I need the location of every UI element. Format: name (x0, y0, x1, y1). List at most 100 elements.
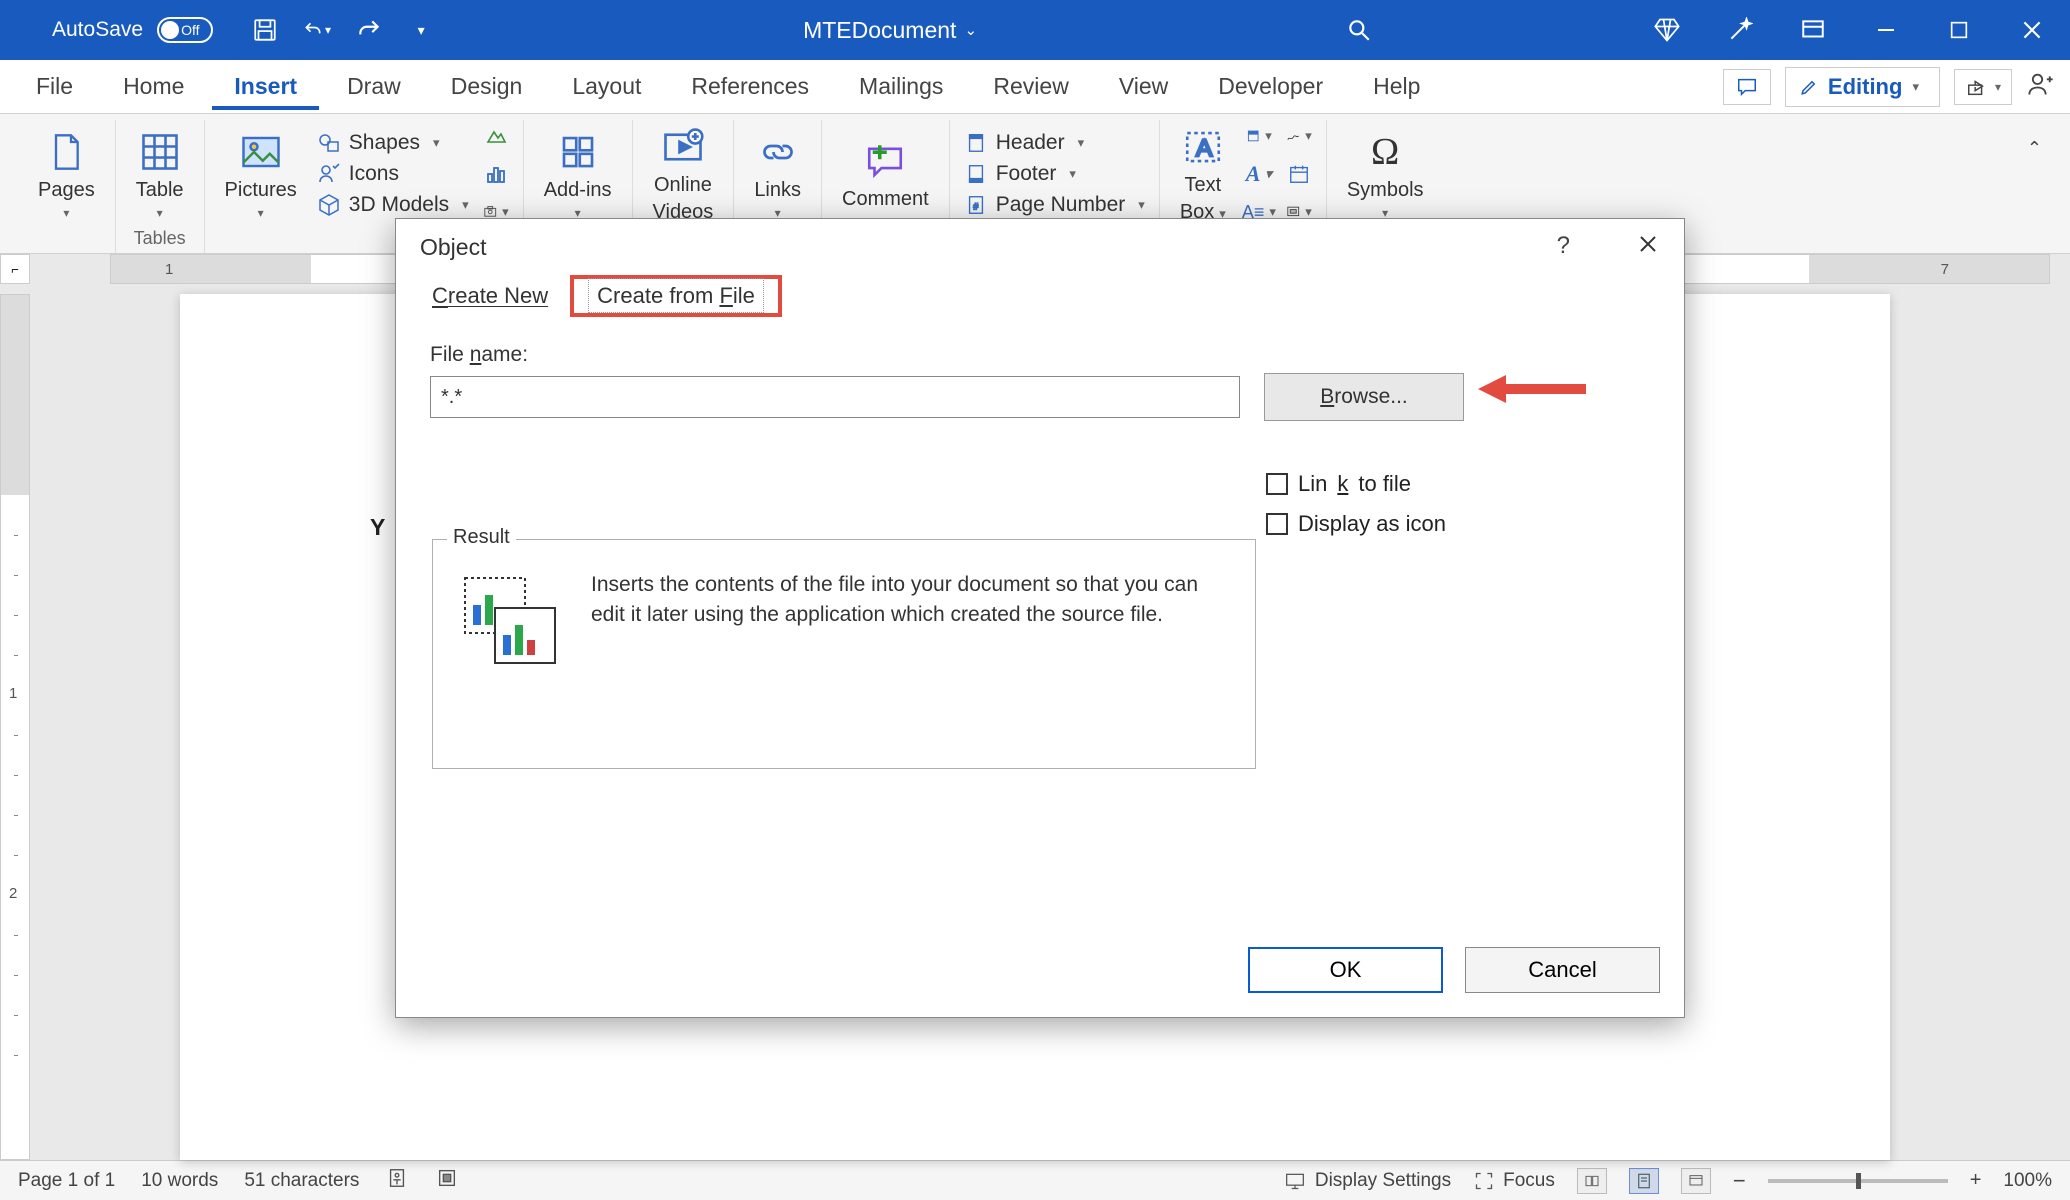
comment-button[interactable]: Comment (836, 134, 935, 215)
autosave-toggle[interactable]: Off (157, 17, 213, 43)
quick-parts-icon[interactable] (1246, 123, 1272, 149)
page-number-button[interactable]: #Page Number (964, 193, 1145, 217)
read-mode-icon[interactable] (1577, 1168, 1607, 1194)
addins-label: Add-ins (544, 179, 612, 202)
icons-button[interactable]: Icons (317, 162, 469, 186)
zoom-in-button[interactable]: + (1970, 1169, 1982, 1192)
cancel-button[interactable]: Cancel (1465, 947, 1660, 993)
tab-references[interactable]: References (669, 63, 831, 110)
links-button[interactable]: Links ▾ (748, 125, 807, 224)
save-icon[interactable] (251, 16, 279, 44)
dialog-help-button[interactable]: ? (1557, 232, 1570, 263)
tab-create-new[interactable]: Create New (426, 275, 554, 317)
web-layout-icon[interactable] (1681, 1168, 1711, 1194)
macro-icon[interactable] (435, 1167, 459, 1195)
comment-label: Comment (842, 188, 929, 211)
status-words[interactable]: 10 words (141, 1170, 218, 1192)
table-button[interactable]: Table ▾ (130, 125, 190, 224)
shapes-icon (317, 131, 341, 155)
tab-view[interactable]: View (1097, 63, 1190, 110)
autosave-label: AutoSave (52, 18, 143, 42)
dialog-buttons: OK Cancel (1248, 947, 1660, 993)
diamond-icon[interactable] (1653, 16, 1681, 44)
chart-icon[interactable] (483, 161, 509, 187)
qat-dropdown-icon[interactable]: ▾ (407, 16, 435, 44)
ruler-vertical[interactable]: 1 2 (0, 294, 30, 1160)
date-time-icon[interactable] (1286, 161, 1312, 187)
undo-icon[interactable]: ▾ (303, 16, 331, 44)
tab-draw[interactable]: Draw (325, 63, 423, 110)
symbols-button[interactable]: Ω Symbols ▾ (1341, 125, 1430, 224)
object-dialog: Object ? Create New Create from File Fil… (395, 218, 1685, 1018)
zoom-slider[interactable] (1768, 1179, 1948, 1183)
browse-button[interactable]: Browse... (1264, 373, 1464, 421)
3d-models-button[interactable]: 3D Models (317, 193, 469, 217)
footer-button[interactable]: Footer (964, 162, 1145, 186)
models-label: 3D Models (349, 193, 449, 217)
maximize-icon[interactable] (1945, 16, 1973, 44)
status-page[interactable]: Page 1 of 1 (18, 1170, 115, 1192)
header-button[interactable]: Header (964, 131, 1145, 155)
addins-button[interactable]: Add-ins ▾ (538, 125, 618, 224)
tab-insert[interactable]: Insert (212, 63, 319, 110)
pictures-button[interactable]: Pictures ▾ (219, 125, 303, 224)
signature-icon[interactable] (1286, 123, 1312, 149)
page-icon (43, 129, 89, 175)
qat: ▾ ▾ (251, 16, 435, 44)
account-icon[interactable] (2026, 70, 2056, 104)
collapse-ribbon-icon[interactable]: ⌃ (2017, 120, 2052, 253)
display-settings-button[interactable]: Display Settings (1283, 1170, 1451, 1192)
accessibility-icon[interactable] (385, 1167, 409, 1195)
redo-icon[interactable] (355, 16, 383, 44)
dialog-close-icon[interactable] (1636, 232, 1660, 263)
dialog-checks: Link to file Display as icon (1266, 471, 1446, 537)
group-pages: Pages ▾ (18, 120, 116, 253)
tab-layout[interactable]: Layout (550, 63, 663, 110)
online-videos-button[interactable]: Online Videos (647, 120, 720, 228)
editing-mode-button[interactable]: Editing ▾ (1785, 67, 1940, 107)
tab-mailings[interactable]: Mailings (837, 63, 965, 110)
tab-review[interactable]: Review (971, 63, 1090, 110)
pages-button[interactable]: Pages ▾ (32, 125, 101, 224)
tab-developer[interactable]: Developer (1196, 63, 1345, 110)
dialog-title: Object (420, 234, 486, 261)
minimize-icon[interactable] (1872, 16, 1900, 44)
link-to-file-checkbox[interactable] (1266, 473, 1288, 495)
zoom-value[interactable]: 100% (2003, 1170, 2052, 1192)
tab-create-from-file[interactable]: Create from File (570, 275, 782, 317)
comments-button[interactable] (1723, 69, 1771, 105)
display-as-icon-checkbox[interactable] (1266, 513, 1288, 535)
link-to-file-row[interactable]: Link to file (1266, 471, 1446, 497)
search-icon[interactable] (1345, 16, 1373, 44)
close-icon[interactable] (2018, 16, 2046, 44)
status-chars[interactable]: 51 characters (244, 1170, 359, 1192)
table-label: Table (136, 179, 184, 202)
ribbon-display-icon[interactable] (1799, 16, 1827, 44)
file-name-input[interactable] (430, 376, 1240, 418)
wordart-icon[interactable]: A (1246, 161, 1272, 187)
tab-help[interactable]: Help (1351, 63, 1442, 110)
text-mini-2 (1286, 123, 1312, 225)
tab-file[interactable]: File (14, 63, 95, 110)
share-button[interactable]: ▾ (1954, 69, 2012, 105)
zoom-out-button[interactable]: − (1733, 1168, 1746, 1194)
text-box-icon: A (1180, 124, 1226, 170)
tab-design[interactable]: Design (429, 63, 545, 110)
smartart-icon[interactable] (483, 123, 509, 149)
ruler-corner[interactable]: ⌐ (0, 254, 30, 284)
doc-title[interactable]: MTEDocument ⌄ (435, 17, 1345, 44)
display-as-icon-row[interactable]: Display as icon (1266, 511, 1446, 537)
autosave-knob (161, 21, 179, 39)
print-layout-icon[interactable] (1629, 1168, 1659, 1194)
wand-icon[interactable] (1726, 16, 1754, 44)
annotation-arrow (1476, 369, 1586, 415)
group-tables: Table ▾ Tables (116, 120, 205, 253)
shapes-button[interactable]: Shapes (317, 131, 469, 155)
text-box-button[interactable]: A Text Box (1174, 120, 1232, 228)
ok-button[interactable]: OK (1248, 947, 1443, 993)
focus-button[interactable]: Focus (1473, 1170, 1555, 1192)
cff-post: ile (733, 283, 755, 308)
tab-home[interactable]: Home (101, 63, 206, 110)
chevron-down-icon: ⌄ (964, 21, 977, 39)
comment-icon (862, 138, 908, 184)
